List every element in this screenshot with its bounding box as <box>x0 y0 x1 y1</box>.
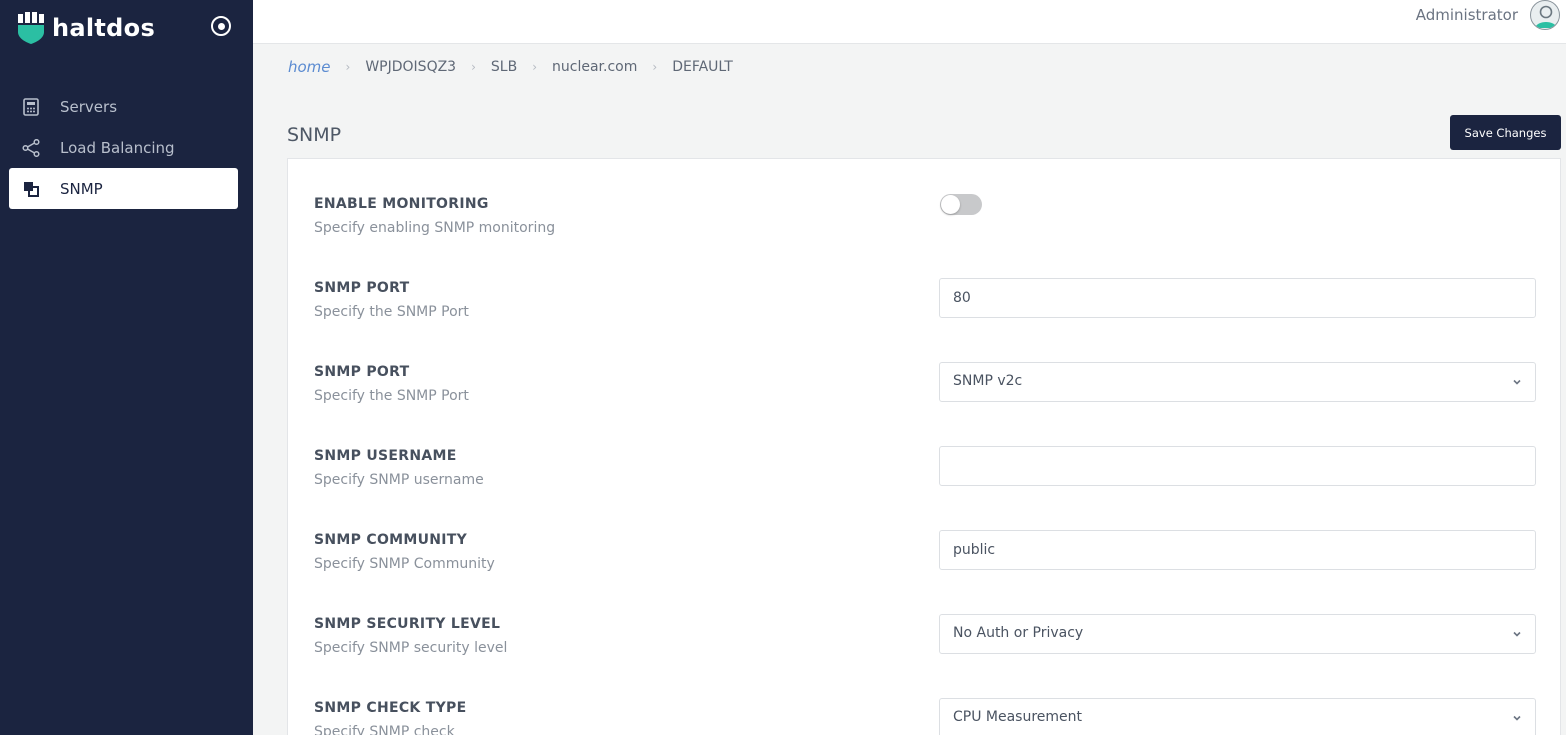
enable-monitoring-toggle[interactable] <box>940 194 982 215</box>
sidebar: haltdos Servers Load Balancing SNMP <box>0 0 253 735</box>
brand-name: haltdos <box>52 14 156 42</box>
snmp-settings-card: ENABLE MONITORING Specify enabling SNMP … <box>287 158 1561 735</box>
calculator-icon <box>22 97 40 116</box>
snmp-version-select[interactable]: SNMP v2c <box>939 362 1536 402</box>
select-value: No Auth or Privacy <box>953 625 1084 641</box>
chevron-right-icon: › <box>471 60 476 74</box>
field-description: Specify enabling SNMP monitoring <box>314 220 556 236</box>
chevron-right-icon: › <box>532 60 538 74</box>
field-label: ENABLE MONITORING <box>314 196 489 212</box>
chevron-right-icon: › <box>652 60 658 74</box>
sidebar-item-label: Servers <box>60 97 118 116</box>
snmp-username-input[interactable] <box>939 446 1536 486</box>
user-name[interactable]: Administrator <box>1416 6 1518 24</box>
sidebar-nav: Servers Load Balancing SNMP <box>9 86 238 209</box>
chevron-right-icon: › <box>345 60 351 74</box>
brand-logo[interactable]: haltdos <box>16 12 155 44</box>
field-description: Specify SNMP check <box>314 724 455 735</box>
sidebar-toggle-icon[interactable] <box>211 16 231 36</box>
field-label: SNMP CHECK TYPE <box>314 700 467 716</box>
avatar-icon[interactable] <box>1530 0 1560 30</box>
toggle-knob <box>941 195 960 214</box>
layers-icon <box>22 180 40 198</box>
snmp-port-input[interactable] <box>939 278 1536 318</box>
page-title: SNMP <box>287 124 342 146</box>
field-description: Specify SNMP Community <box>314 556 495 572</box>
field-snmp-check-type: SNMP CHECK TYPE Specify SNMP check CPU M… <box>288 673 1560 735</box>
chevron-down-icon <box>1513 715 1521 721</box>
field-snmp-community: SNMP COMMUNITY Specify SNMP Community <box>288 505 1560 589</box>
haltdos-logo-icon <box>18 12 44 44</box>
sidebar-item-load-balancing[interactable]: Load Balancing <box>9 127 238 168</box>
field-enable-monitoring: ENABLE MONITORING Specify enabling SNMP … <box>288 169 1560 253</box>
field-snmp-version: SNMP PORT Specify the SNMP Port SNMP v2c <box>288 337 1560 421</box>
field-snmp-port: SNMP PORT Specify the SNMP Port <box>288 253 1560 337</box>
breadcrumb-home[interactable]: home <box>288 58 331 76</box>
breadcrumb-item[interactable]: WPJDOISQZ3 <box>365 59 456 75</box>
topbar: Administrator <box>253 0 1566 44</box>
field-snmp-username: SNMP USERNAME Specify SNMP username <box>288 421 1560 505</box>
breadcrumb-item[interactable]: nuclear.com <box>552 59 637 75</box>
share-icon <box>22 138 40 157</box>
field-description: Specify SNMP security level <box>314 640 508 656</box>
snmp-security-level-select[interactable]: No Auth or Privacy <box>939 614 1536 654</box>
breadcrumb-item[interactable]: SLB <box>491 59 517 75</box>
sidebar-item-snmp[interactable]: SNMP <box>9 168 238 209</box>
chevron-down-icon <box>1513 631 1521 637</box>
chevron-down-icon <box>1513 379 1521 385</box>
select-value: CPU Measurement <box>953 709 1083 725</box>
field-description: Specify SNMP username <box>314 472 484 488</box>
field-label: SNMP SECURITY LEVEL <box>314 616 501 632</box>
field-label: SNMP USERNAME <box>314 448 457 464</box>
field-label: SNMP COMMUNITY <box>314 532 468 548</box>
sidebar-item-label: Load Balancing <box>60 138 175 157</box>
snmp-community-input[interactable] <box>939 530 1536 570</box>
select-value: SNMP v2c <box>953 373 1023 389</box>
field-description: Specify the SNMP Port <box>314 388 469 404</box>
sidebar-item-label: SNMP <box>60 179 103 198</box>
field-snmp-security-level: SNMP SECURITY LEVEL Specify SNMP securit… <box>288 589 1560 673</box>
breadcrumb: home › WPJDOISQZ3 › SLB › nuclear.com › … <box>288 58 733 76</box>
field-description: Specify the SNMP Port <box>314 304 469 320</box>
field-label: SNMP PORT <box>314 364 410 380</box>
field-label: SNMP PORT <box>314 280 410 296</box>
sidebar-item-servers[interactable]: Servers <box>9 86 238 127</box>
breadcrumb-item: DEFAULT <box>672 59 733 75</box>
save-changes-button[interactable]: Save Changes <box>1450 115 1561 150</box>
snmp-check-type-select[interactable]: CPU Measurement <box>939 698 1536 735</box>
